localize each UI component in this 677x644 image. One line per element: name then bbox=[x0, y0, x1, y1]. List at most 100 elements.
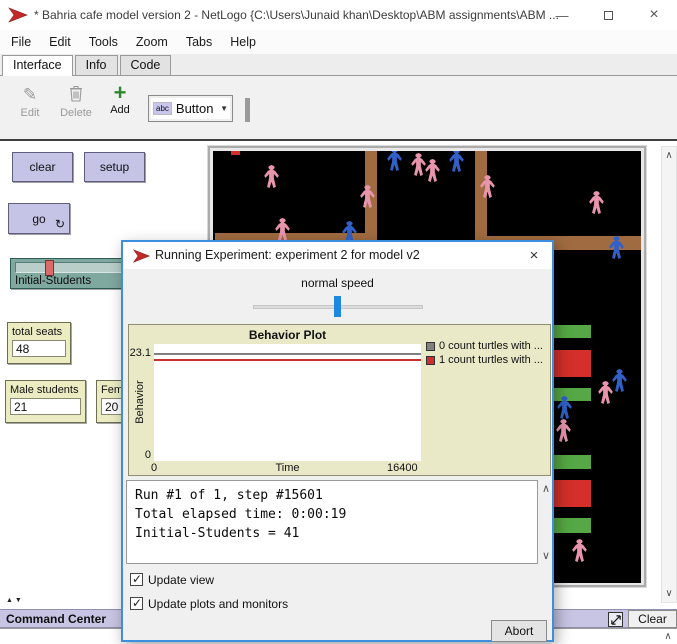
person-turtle-pink bbox=[588, 191, 605, 214]
console-line: Run #1 of 1, step #15601 bbox=[135, 486, 529, 505]
tab-code[interactable]: Code bbox=[120, 55, 172, 75]
person-turtle-blue bbox=[386, 151, 403, 171]
minimize-button[interactable]: — bbox=[539, 0, 585, 30]
person-turtle-pink bbox=[410, 153, 427, 176]
person-turtle-pink bbox=[555, 419, 572, 442]
person-turtle-pink bbox=[424, 159, 441, 182]
close-button[interactable]: × bbox=[631, 0, 677, 30]
legend-label: 1 count turtles with ... bbox=[439, 354, 543, 366]
running-experiment-dialog: Running Experiment: experiment 2 for mod… bbox=[121, 240, 554, 642]
tab-interface[interactable]: Interface bbox=[2, 55, 73, 76]
person-turtle-pink bbox=[597, 381, 614, 404]
person-turtle-blue bbox=[448, 151, 465, 172]
y-axis-label: Behavior bbox=[134, 380, 146, 423]
x-axis-label: Time bbox=[154, 462, 421, 474]
interface-toolbar: ✎ Edit Delete + Add abc Button ▼ normal … bbox=[0, 76, 677, 141]
command-center-splitter[interactable]: ▲▼ bbox=[6, 597, 24, 604]
abort-button[interactable]: Abort bbox=[491, 620, 547, 642]
trash-icon bbox=[55, 85, 97, 107]
wall bbox=[475, 151, 487, 250]
go-button[interactable]: go ↻ bbox=[8, 203, 70, 234]
scroll-down-icon[interactable]: ∨ bbox=[542, 549, 550, 562]
widget-type-value: Button bbox=[176, 101, 220, 116]
menu-help[interactable]: Help bbox=[221, 32, 265, 52]
expand-icon[interactable] bbox=[608, 612, 623, 627]
vertical-scrollbar[interactable]: ∧ ∨ bbox=[661, 146, 677, 603]
edit-widget-button[interactable]: ✎ Edit bbox=[12, 85, 48, 119]
plot-title: Behavior Plot bbox=[154, 328, 421, 342]
monitor-label: Male students bbox=[6, 381, 85, 397]
monitor-value: 21 bbox=[10, 398, 81, 415]
person-turtle-pink bbox=[263, 165, 280, 188]
maximize-button[interactable] bbox=[585, 0, 631, 30]
dropdown-arrow-icon: ▼ bbox=[220, 104, 228, 113]
y-axis-min: 0 bbox=[129, 449, 151, 461]
menu-edit[interactable]: Edit bbox=[40, 32, 80, 52]
legend-swatch-red bbox=[426, 356, 435, 365]
go-label: go bbox=[32, 212, 45, 226]
legend-label: 0 count turtles with ... bbox=[439, 340, 543, 352]
add-widget-button[interactable]: + Add bbox=[104, 82, 136, 116]
legend-entry: 1 count turtles with ... bbox=[426, 354, 543, 366]
toolbar-separator bbox=[245, 98, 250, 122]
clear-button[interactable]: clear bbox=[12, 152, 73, 182]
maximize-icon bbox=[604, 11, 613, 20]
netlogo-app-icon bbox=[8, 7, 28, 23]
console-line: Total elapsed time: 0:00:19 bbox=[135, 505, 529, 524]
slider-label: Initial-Students bbox=[15, 275, 91, 287]
scroll-up-icon[interactable]: ∧ bbox=[662, 150, 676, 161]
dialog-speed-slider-thumb[interactable] bbox=[334, 296, 341, 317]
monitor-total-seats: total seats 48 bbox=[7, 322, 71, 364]
menu-zoom[interactable]: Zoom bbox=[127, 32, 177, 52]
tab-strip: Interface Info Code bbox=[0, 54, 677, 76]
update-view-label: Update view bbox=[148, 573, 214, 587]
delete-label: Delete bbox=[60, 107, 92, 119]
person-turtle-pink bbox=[571, 539, 588, 562]
widget-type-dropdown[interactable]: abc Button ▼ bbox=[148, 95, 233, 122]
update-plots-checkbox-box[interactable] bbox=[130, 597, 143, 610]
monitor-male-students: Male students 21 bbox=[5, 380, 86, 423]
window-title: * Bahria cafe model version 2 - NetLogo … bbox=[34, 0, 559, 30]
update-view-checkbox[interactable]: Update view bbox=[130, 571, 214, 589]
pencil-icon: ✎ bbox=[12, 85, 48, 107]
update-view-checkbox-box[interactable] bbox=[130, 573, 143, 586]
experiment-console[interactable]: Run #1 of 1, step #15601 Total elapsed t… bbox=[126, 480, 538, 564]
tab-info[interactable]: Info bbox=[75, 55, 118, 75]
menu-tools[interactable]: Tools bbox=[80, 32, 127, 52]
plus-icon: + bbox=[104, 82, 136, 104]
delete-widget-button[interactable]: Delete bbox=[55, 85, 97, 119]
scroll-down-icon[interactable]: ∨ bbox=[662, 588, 676, 599]
menu-tabs[interactable]: Tabs bbox=[177, 32, 221, 52]
abc-badge-icon: abc bbox=[153, 102, 172, 115]
dialog-speed-label: normal speed bbox=[123, 276, 552, 290]
legend-swatch-gray bbox=[426, 342, 435, 351]
command-center-clear-button[interactable]: Clear bbox=[628, 610, 677, 628]
monitor-value: 48 bbox=[12, 340, 66, 357]
window-titlebar: * Bahria cafe model version 2 - NetLogo … bbox=[0, 0, 677, 30]
dialog-close-button[interactable]: × bbox=[516, 242, 552, 269]
scroll-up-icon[interactable]: ∧ bbox=[661, 631, 675, 642]
y-axis-max: 23.1 bbox=[129, 347, 151, 359]
console-line: Initial-Students = 41 bbox=[135, 524, 529, 543]
monitor-label: total seats bbox=[8, 323, 70, 339]
command-center-title: Command Center bbox=[6, 612, 106, 626]
x-axis-max: 16400 bbox=[387, 462, 447, 474]
setup-button[interactable]: setup bbox=[84, 152, 145, 182]
netlogo-dialog-icon bbox=[132, 249, 151, 263]
plot-area bbox=[154, 344, 421, 461]
slider-handle[interactable] bbox=[45, 260, 54, 276]
dialog-title: Running Experiment: experiment 2 for mod… bbox=[155, 242, 420, 269]
edit-label: Edit bbox=[21, 107, 40, 119]
scroll-up-icon[interactable]: ∧ bbox=[542, 482, 550, 495]
add-label: Add bbox=[110, 104, 130, 116]
forever-icon: ↻ bbox=[55, 218, 65, 230]
plot-line-red bbox=[154, 359, 421, 361]
behavior-plot: Behavior Plot 23.1 0 Behavior 0 Time 164… bbox=[128, 324, 551, 476]
person-turtle-blue bbox=[611, 369, 628, 392]
plot-line-gray bbox=[154, 353, 421, 355]
legend-entry: 0 count turtles with ... bbox=[426, 340, 543, 352]
update-plots-label: Update plots and monitors bbox=[148, 597, 288, 611]
menu-file[interactable]: File bbox=[2, 32, 40, 52]
update-plots-checkbox[interactable]: Update plots and monitors bbox=[130, 595, 288, 613]
dialog-titlebar[interactable]: Running Experiment: experiment 2 for mod… bbox=[123, 242, 552, 269]
